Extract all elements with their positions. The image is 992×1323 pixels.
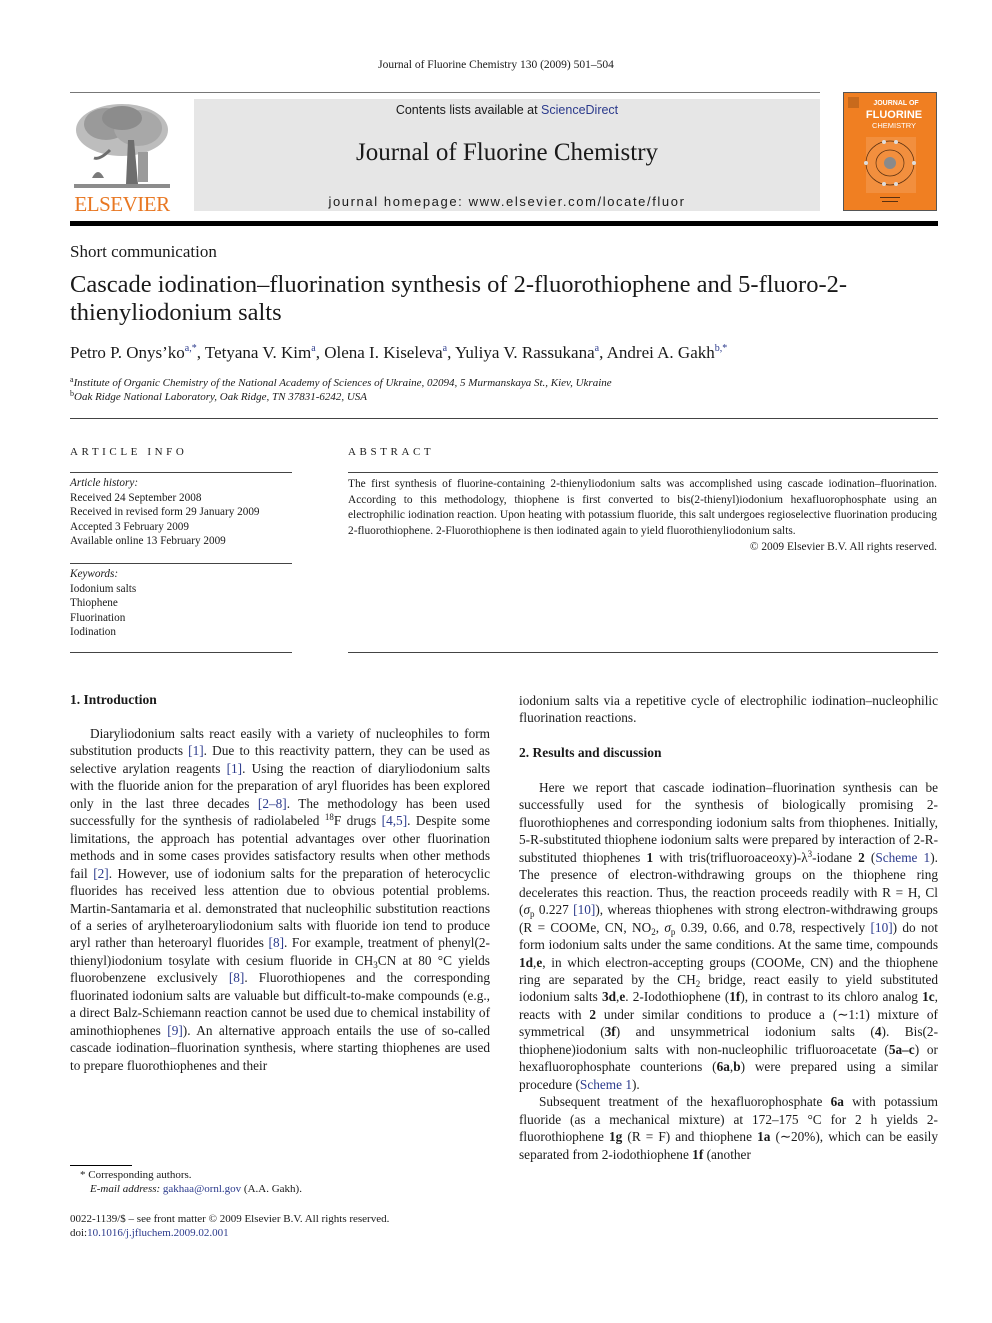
section-heading-results: 2. Results and discussion [519,745,662,760]
elsevier-wordmark: ELSEVIER [74,192,170,216]
article-title: Cascade iodination–fluorination synthesi… [70,271,848,326]
sciencedirect-link[interactable]: ScienceDirect [541,103,618,117]
results-column: iodonium salts via a repetitive cycle of… [519,692,938,727]
cover-line2: FLUORINE [866,109,922,121]
keyword: Fluorination [70,611,126,624]
paragraph: Diaryliodonium salts react easily with a… [70,726,491,1073]
paragraph: iodonium salts via a repetitive cycle of… [519,693,938,726]
abstract-copyright: © 2009 Elsevier B.V. All rights reserved… [749,540,937,553]
footnote-rule [70,1165,132,1166]
article-info-heading: ARTICLE INFO [70,446,188,458]
history-received: Received 24 September 2008 [70,491,202,504]
cover-line3: CHEMISTRY [872,121,916,130]
email-link[interactable]: gakhaa@ornl.gov [163,1183,241,1195]
citation-link[interactable]: [8] [269,935,285,950]
corresponding-authors-note: * Corresponding authors. [80,1169,192,1181]
affiliation-b: bOak Ridge National Laboratory, Oak Ridg… [70,389,367,403]
keyword: Thiophene [70,597,118,610]
cover-art-icon: JOURNAL OF FLUORINE CHEMISTRY [848,97,922,202]
author-name: Olena I. Kiseleva [324,343,443,362]
keyword: Iodination [70,626,116,639]
author-affiliation-mark[interactable]: a,* [185,343,197,354]
journal-cover: JOURNAL OF FLUORINE CHEMISTRY [843,92,937,211]
author-name: Petro P. Onys’ko [70,343,185,362]
citation-link[interactable]: [1] [188,743,204,758]
contents-prefix: Contents lists available at [395,103,542,117]
citation-link[interactable]: [10] [871,920,893,935]
article-history: Article history: Received 24 September 2… [70,476,260,549]
citation-link[interactable]: [2–8] [258,796,287,811]
citation-link[interactable]: [4,5] [382,813,407,828]
tree-icon [74,104,170,188]
keyword: Iodonium salts [70,582,137,595]
abstract-bottom-rule [348,652,938,653]
citation-link[interactable]: [8] [229,970,245,985]
cover-line1: JOURNAL OF [873,100,919,107]
scheme-link[interactable]: Scheme 1 [875,850,930,865]
front-matter: 0022-1139/$ – see front matter © 2009 El… [70,1213,390,1225]
header-rule [70,92,820,93]
paragraph: Here we report that cascade iodination–f… [519,780,939,1092]
affiliation-a: aInstitute of Organic Chemistry of the N… [70,375,612,389]
affiliation-text: Oak Ridge National Laboratory, Oak Ridge… [74,391,368,403]
keywords-label: Keywords: [70,568,119,580]
history-accepted: Accepted 3 February 2009 [70,520,189,533]
author-name: Tetyana V. Kim [204,343,312,362]
doi-prefix: doi: [70,1227,88,1239]
history-revised: Received in revised form 29 January 2009 [70,506,260,519]
journal-title: Journal of Fluorine Chemistry [355,139,659,166]
citation-link[interactable]: [2] [93,866,109,881]
doi-line: doi:10.1016/j.jfluchem.2009.02.001 [70,1226,229,1241]
citation-link[interactable]: [1] [227,761,243,776]
abstract-body: The first synthesis of fluorine-containi… [348,478,937,538]
abstract-heading: ABSTRACT [348,446,435,458]
header-divider [70,418,938,419]
masthead-bottom-rule [70,221,938,226]
email-note: E-mail address: gakhaa@ornl.gov (A.A. Ga… [90,1182,302,1197]
keywords-rule [70,563,292,564]
author-affiliation-mark[interactable]: a [595,343,599,354]
abstract-rule [348,472,938,473]
author-affiliation-mark[interactable]: b,* [715,343,728,354]
affiliation-text: Institute of Organic Chemistry of the Na… [73,377,612,389]
article-info-rule [70,472,292,473]
abstract: The first synthesis of fluorine-containi… [348,477,937,556]
scheme-link[interactable]: Scheme 1 [580,1077,632,1092]
author-affiliation-mark[interactable]: a [443,343,447,354]
citation-link[interactable]: [9] [167,1023,183,1038]
doi-link[interactable]: 10.1016/j.jfluchem.2009.02.001 [87,1227,228,1239]
results-body: Here we report that cascade iodination–f… [519,779,938,1163]
keywords: Keywords: Iodonium salts Thiophene Fluor… [70,567,136,640]
citation-link[interactable]: [10] [573,902,595,917]
email-suffix: (A.A. Gakh). [241,1183,302,1195]
author-list: Petro P. Onys’koa,*, Tetyana V. Kima, Ol… [70,343,728,362]
journal-homepage[interactable]: journal homepage: www.elsevier.com/locat… [194,194,820,209]
history-label: Article history: [70,477,139,489]
introduction-body: Diaryliodonium salts react easily with a… [70,725,490,1074]
author-affiliation-mark[interactable]: a [311,343,315,354]
email-label: E-mail address: [90,1183,163,1195]
paragraph: Subsequent treatment of the hexafluoroph… [519,1094,938,1162]
author-name: Andrei A. Gakh [606,343,715,362]
author-name: Yuliya V. Rassukana [455,343,595,362]
history-online: Available online 13 February 2009 [70,535,226,548]
article-info-bottom-rule [70,652,292,653]
article-type: Short communication [70,242,217,261]
contents-line: Contents lists available at ScienceDirec… [194,103,820,117]
section-heading-introduction: 1. Introduction [70,692,157,707]
running-head: Journal of Fluorine Chemistry 130 (2009)… [378,59,614,71]
